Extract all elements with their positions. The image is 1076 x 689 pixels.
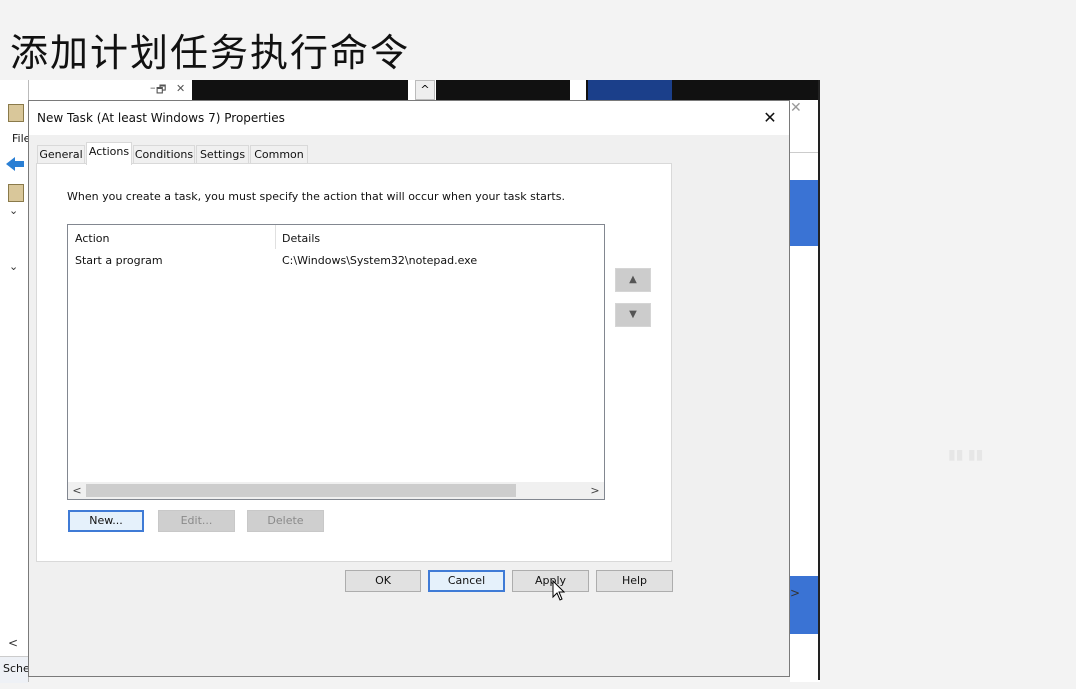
column-separator[interactable] bbox=[275, 225, 276, 249]
move-down-button[interactable]: ▼ bbox=[615, 303, 651, 327]
scroll-right-icon[interactable]: > bbox=[790, 586, 800, 600]
edit-action-button[interactable]: Edit... bbox=[158, 510, 235, 532]
tab-settings[interactable]: Settings bbox=[196, 145, 249, 163]
move-up-button[interactable]: ▲ bbox=[615, 268, 651, 292]
back-arrow-icon[interactable] bbox=[6, 156, 26, 171]
watermark: ▮▮ ▮▮ bbox=[948, 447, 984, 463]
background-restore-icon[interactable]: 🗗 bbox=[156, 81, 166, 100]
tab-conditions[interactable]: Conditions bbox=[133, 145, 195, 163]
background-dark-strip-3 bbox=[672, 80, 820, 100]
delete-action-button[interactable]: Delete bbox=[247, 510, 324, 532]
dialog-titlebar: New Task (At least Windows 7) Properties… bbox=[29, 101, 789, 135]
mouse-cursor-icon bbox=[552, 579, 566, 602]
background-blue-strip bbox=[588, 80, 672, 100]
horizontal-scrollbar[interactable]: < > bbox=[68, 482, 604, 499]
close-icon: ✕ bbox=[763, 108, 777, 127]
actions-list[interactable]: Action Details Start a program C:\Window… bbox=[67, 224, 605, 500]
instruction-text: When you create a task, you must specify… bbox=[67, 190, 565, 203]
background-minimize-icon[interactable]: – bbox=[150, 81, 156, 94]
column-header-action[interactable]: Action bbox=[75, 232, 109, 245]
slide-title: 添加计划任务执行命令 bbox=[10, 31, 411, 75]
task-properties-dialog: New Task (At least Windows 7) Properties… bbox=[28, 100, 790, 677]
actions-panel: When you create a task, you must specify… bbox=[36, 163, 672, 562]
dialog-title: New Task (At least Windows 7) Properties bbox=[37, 111, 285, 125]
scroll-icon bbox=[8, 104, 24, 122]
new-action-button[interactable]: New... bbox=[68, 510, 144, 532]
triangle-down-icon: ▼ bbox=[629, 309, 637, 320]
status-text: Sche bbox=[3, 662, 30, 675]
chevron-down-icon[interactable]: ⌄ bbox=[9, 204, 18, 217]
background-close-icon-2[interactable]: ✕ bbox=[790, 100, 802, 116]
mmc-window-left-edge: File ⌄ ⌄ < bbox=[0, 80, 30, 682]
background-close-icon[interactable]: ✕ bbox=[176, 82, 185, 95]
apply-button[interactable]: Apply bbox=[512, 570, 589, 592]
background-edge bbox=[818, 80, 820, 680]
background-up-icon[interactable]: ^ bbox=[415, 80, 435, 100]
chevron-down-icon-2[interactable]: ⌄ bbox=[9, 260, 18, 273]
dialog-close-button[interactable]: ✕ bbox=[757, 105, 783, 131]
ok-button[interactable]: OK bbox=[345, 570, 421, 592]
status-bar: Sche bbox=[0, 656, 30, 683]
scroll-left-icon[interactable]: < bbox=[8, 636, 18, 650]
tab-actions[interactable]: Actions bbox=[86, 142, 132, 165]
restore-icon: 🗗 bbox=[156, 83, 167, 96]
tab-common[interactable]: Common bbox=[250, 145, 308, 163]
list-item-action: Start a program bbox=[75, 254, 163, 267]
list-item-details: C:\Windows\System32\notepad.exe bbox=[282, 254, 478, 267]
scroll-left-arrow[interactable]: < bbox=[69, 483, 85, 498]
scroll-right-arrow[interactable]: > bbox=[587, 483, 603, 498]
help-button[interactable]: Help bbox=[596, 570, 673, 592]
tab-general[interactable]: General bbox=[37, 145, 85, 163]
column-header-details[interactable]: Details bbox=[282, 232, 320, 245]
scroll-thumb[interactable] bbox=[86, 484, 516, 497]
background-dark-strip-2 bbox=[436, 80, 570, 100]
background-dark-strip bbox=[192, 80, 408, 100]
background-white-panel bbox=[790, 246, 818, 576]
list-item[interactable]: Start a program C:\Windows\System32\note… bbox=[68, 250, 604, 268]
task-library-icon bbox=[8, 184, 24, 202]
cancel-button[interactable]: Cancel bbox=[428, 570, 505, 592]
background-separator bbox=[790, 152, 818, 153]
triangle-up-icon: ▲ bbox=[629, 274, 637, 285]
